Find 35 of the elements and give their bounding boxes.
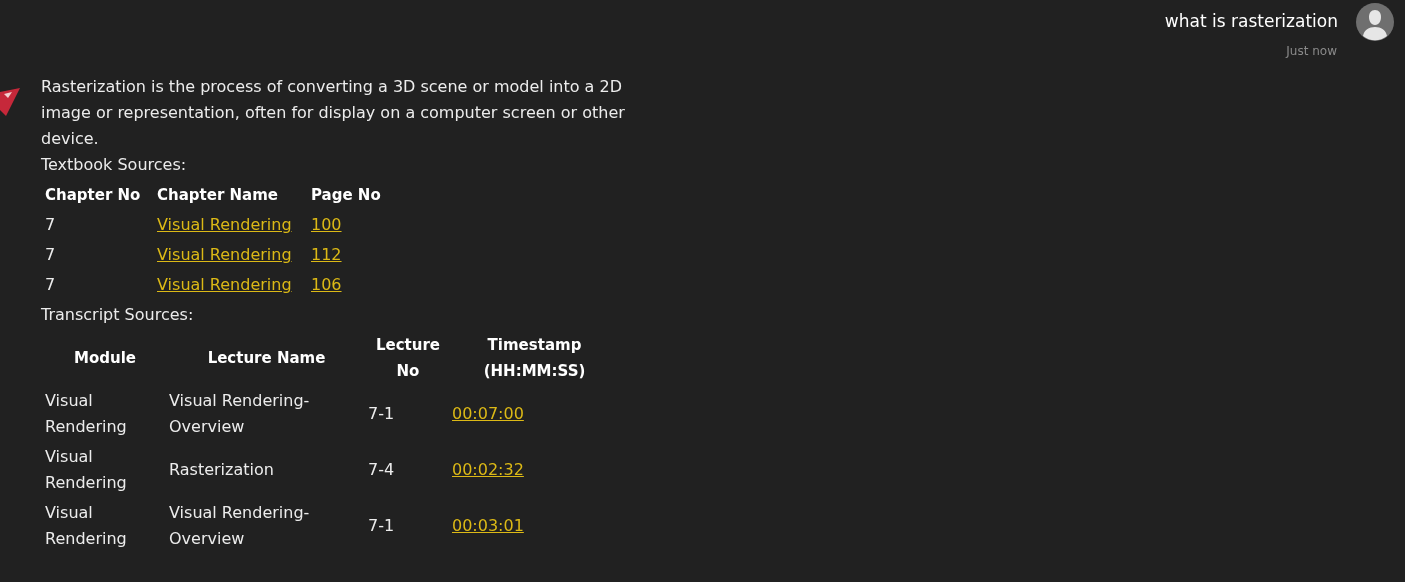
table-cell-text: 7-1 [368,515,396,537]
column-header: Page No [311,185,382,206]
source-link[interactable]: 00:03:01 [452,516,524,535]
table-cell-text: Visual Rendering [45,446,128,494]
section-label: Transcript Sources: [41,304,195,326]
source-link[interactable]: 00:07:00 [452,404,524,423]
column-header: Timestamp (HH:MM:SS) [482,335,587,382]
table-cell-text: Rasterization [169,459,275,481]
source-link[interactable]: Visual Rendering [157,245,292,264]
table-cell-text: Visual Rendering [45,390,128,438]
column-header: Chapter Name [157,185,279,206]
source-link[interactable]: Visual Rendering [157,275,292,294]
column-header: Lecture No [374,335,441,382]
message-time: Just now [1286,43,1337,60]
avatar-icon [1356,3,1394,41]
table-cell-text: 7-4 [368,459,396,481]
table-cell-text: 7 [45,214,57,236]
source-link[interactable]: 100 [311,215,342,234]
column-header: Lecture Name [206,348,327,369]
user-message: what is rasterization [1164,10,1338,34]
column-header: Module [73,348,137,369]
logo-icon [0,88,20,118]
table-cell-text: Visual Rendering [45,502,128,550]
source-link[interactable]: 106 [311,275,342,294]
table-cell-text: Visual Rendering-Overview [169,390,311,438]
table-cell-text: 7-1 [368,403,396,425]
source-link[interactable]: 112 [311,245,342,264]
table-cell-text: 7 [45,244,57,266]
answer-text: Rasterization is the process of converting a 3D scene or model into a 2D image or representation, often for display on a computer screen or other device. [41,76,626,150]
table-cell-text: Visual Rendering-Overview [169,502,311,550]
table-cell-text: 7 [45,274,57,296]
source-link[interactable]: 00:02:32 [452,460,524,479]
section-label: Textbook Sources: [41,154,188,176]
column-header: Chapter No [45,185,142,206]
source-link[interactable]: Visual Rendering [157,215,292,234]
